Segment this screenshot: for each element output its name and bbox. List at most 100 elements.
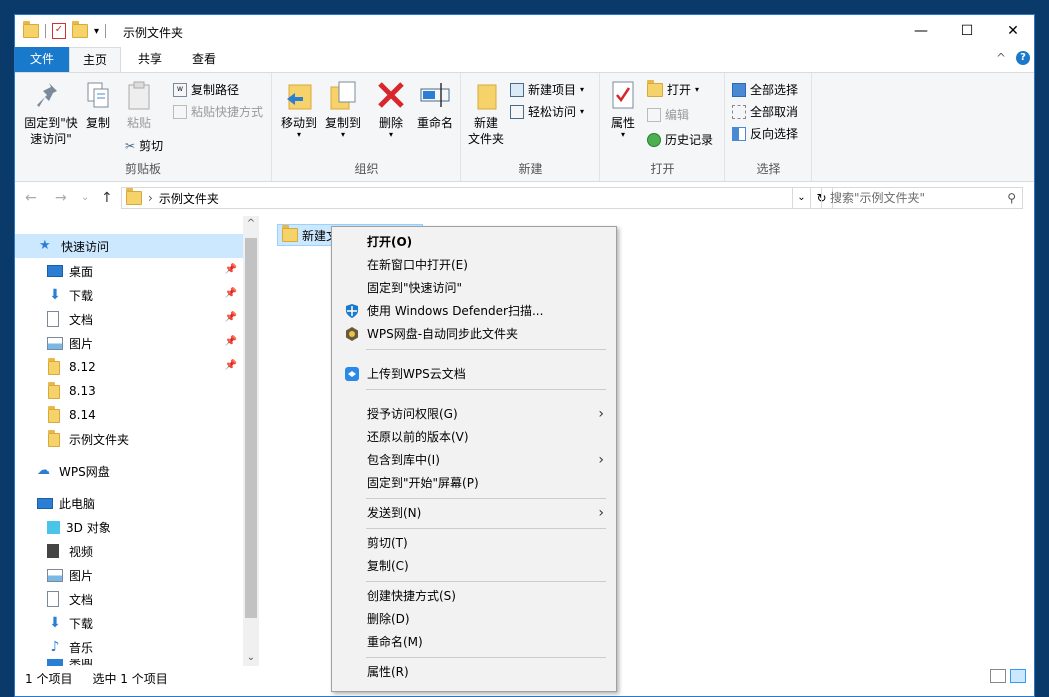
cut-button[interactable]: ✂ 剪切 (125, 137, 163, 154)
breadcrumb-chevron-icon[interactable]: › (148, 191, 153, 205)
rename-button[interactable]: 重命名 (413, 79, 457, 131)
pin-quick-access-button[interactable]: 固定到"快速访问" (19, 79, 83, 147)
tab-file[interactable]: 文件 (15, 47, 69, 72)
menu-item-label: 使用 Windows Defender扫描... (367, 304, 544, 318)
delete-button[interactable]: 删除 ▾ (371, 79, 411, 139)
nav-item-documents[interactable]: 文档 📌 (15, 307, 243, 331)
menu-item-open-new-window[interactable]: 在新窗口中打开(E) (334, 254, 614, 276)
history-button[interactable]: 历史记录 (647, 131, 713, 148)
scroll-down-icon[interactable]: ⌄ (243, 650, 259, 666)
open-button[interactable]: 打开 ▾ (647, 79, 699, 98)
music-note-icon: ♪ (50, 639, 60, 655)
nav-item-downloads[interactable]: ⬇ 下载 📌 (15, 283, 243, 307)
breadcrumb-item[interactable]: 示例文件夹 (159, 190, 219, 207)
copy-button[interactable]: 复制 (81, 79, 115, 131)
edit-button[interactable]: 编辑 (647, 106, 689, 123)
details-view-icon[interactable] (990, 669, 1006, 683)
pin-icon[interactable]: 📌 (225, 312, 237, 323)
folder-icon (282, 225, 298, 242)
maximize-button[interactable]: ☐ (944, 15, 990, 47)
nav-item-folder[interactable]: 示例文件夹 (15, 427, 243, 451)
nav-item-documents[interactable]: 文档 (15, 587, 243, 611)
paste-button[interactable]: 粘贴 (121, 79, 157, 131)
menu-item-include-library[interactable]: 包含到库中(I) › (334, 449, 614, 471)
pin-icon[interactable]: 📌 (225, 264, 237, 275)
scissors-icon: ✂ (125, 138, 136, 153)
search-icon[interactable]: ⚲ (1007, 188, 1016, 208)
paste-shortcut-button[interactable]: 粘贴快捷方式 (173, 103, 263, 120)
close-button[interactable]: ✕ (990, 15, 1034, 47)
nav-item-pictures[interactable]: 图片 📌 (15, 331, 243, 355)
select-none-button[interactable]: 全部取消 (732, 103, 798, 120)
collapse-ribbon-icon[interactable]: ^ (996, 51, 1006, 65)
nav-wps-cloud[interactable]: ☁ WPS网盘 (15, 459, 243, 483)
minimize-button[interactable]: — (898, 15, 944, 47)
select-all-button[interactable]: 全部选择 (732, 81, 798, 98)
menu-item-cut[interactable]: 剪切(T) (334, 532, 614, 554)
toolbar-divider (105, 24, 107, 38)
new-folder-button[interactable]: 新建 文件夹 (464, 79, 508, 147)
tab-home[interactable]: 主页 (69, 47, 121, 72)
menu-item-pin-quick-access[interactable]: 固定到"快速访问" (334, 277, 614, 299)
nav-item-desktop[interactable]: 桌面 (15, 659, 243, 666)
menu-item-copy[interactable]: 复制(C) (334, 555, 614, 577)
address-dropdown-button[interactable]: ⌄ (793, 187, 811, 209)
qat-dropdown-icon[interactable]: ▾ (94, 26, 99, 37)
menu-item-restore-versions[interactable]: 还原以前的版本(V) (334, 426, 614, 448)
invert-selection-button[interactable]: 反向选择 (732, 125, 798, 142)
new-folder-icon[interactable] (72, 21, 88, 38)
menu-item-open[interactable]: 打开(O) (334, 231, 614, 253)
scroll-thumb[interactable] (245, 238, 257, 618)
paste-label: 粘贴 (126, 116, 151, 130)
new-item-button[interactable]: 新建项目 ▾ (510, 81, 584, 98)
nav-quick-access[interactable]: ★ 快速访问 (15, 234, 243, 258)
delete-dropdown-icon: ▾ (388, 130, 393, 139)
invert-selection-icon (732, 126, 746, 141)
easy-access-button[interactable]: 轻松访问 ▾ (510, 103, 584, 120)
help-icon[interactable]: ? (1016, 51, 1030, 65)
nav-item-folder[interactable]: 8.14 (15, 403, 243, 427)
nav-item-pictures[interactable]: 图片 (15, 563, 243, 587)
menu-item-wps-upload[interactable]: 上传到WPS云文档 (334, 363, 614, 385)
menu-item-grant-access[interactable]: 授予访问权限(G) › (334, 403, 614, 425)
move-to-button[interactable]: 移动到 ▾ (277, 79, 321, 139)
nav-item-label: 桌面 (69, 659, 94, 666)
back-button[interactable]: ← (25, 190, 37, 206)
menu-item-send-to[interactable]: 发送到(N) › (334, 502, 614, 524)
menu-item-create-shortcut[interactable]: 创建快捷方式(S) (334, 585, 614, 607)
menu-item-defender-scan[interactable]: 使用 Windows Defender扫描... (334, 300, 614, 322)
pin-icon[interactable]: 📌 (225, 288, 237, 299)
nav-item-downloads[interactable]: ⬇ 下载 (15, 611, 243, 635)
nav-item-3d-objects[interactable]: 3D 对象 (15, 515, 243, 539)
pin-icon[interactable]: 📌 (225, 360, 237, 371)
ribbon: 固定到"快速访问" 复制 粘贴 W 复制路径 粘贴快捷方式 ✂ 剪切 剪贴板 移… (15, 72, 1034, 182)
nav-item-videos[interactable]: 视频 (15, 539, 243, 563)
copy-to-button[interactable]: 复制到 ▾ (321, 79, 365, 139)
scroll-up-icon[interactable]: ^ (243, 216, 259, 232)
forward-button[interactable]: → (55, 190, 67, 206)
tab-view[interactable]: 查看 (177, 47, 231, 72)
nav-item-desktop[interactable]: 桌面 📌 (15, 259, 243, 283)
menu-item-delete[interactable]: 删除(D) (334, 608, 614, 630)
pin-icon[interactable]: 📌 (225, 336, 237, 347)
nav-item-folder[interactable]: 8.12 📌 (15, 355, 243, 379)
pictures-icon (47, 336, 63, 350)
menu-item-properties[interactable]: 属性(R) (334, 661, 614, 683)
nav-item-music[interactable]: ♪ 音乐 (15, 635, 243, 659)
nav-item-folder[interactable]: 8.13 (15, 379, 243, 403)
nav-this-pc[interactable]: 此电脑 (15, 491, 243, 515)
menu-item-pin-start[interactable]: 固定到"开始"屏幕(P) (334, 472, 614, 494)
address-bar[interactable]: › 示例文件夹 (121, 187, 793, 209)
copy-path-button[interactable]: W 复制路径 (173, 81, 239, 98)
menu-item-label: 复制(C) (367, 559, 409, 573)
menu-item-wps-sync[interactable]: WPS网盘-自动同步此文件夹 (334, 323, 614, 345)
search-input[interactable]: 搜索"示例文件夹" ⚲ (821, 187, 1023, 209)
up-button[interactable]: ↑ (101, 190, 113, 206)
properties-button[interactable]: 属性 ▾ (605, 79, 641, 139)
nav-scrollbar[interactable]: ^ ⌄ (243, 216, 259, 666)
large-icons-view-icon[interactable] (1010, 669, 1026, 683)
recent-locations-button[interactable]: ⌄ (81, 192, 89, 203)
properties-icon[interactable]: ✓ (52, 23, 66, 39)
menu-item-rename[interactable]: 重命名(M) (334, 631, 614, 653)
tab-share[interactable]: 共享 (125, 47, 175, 72)
